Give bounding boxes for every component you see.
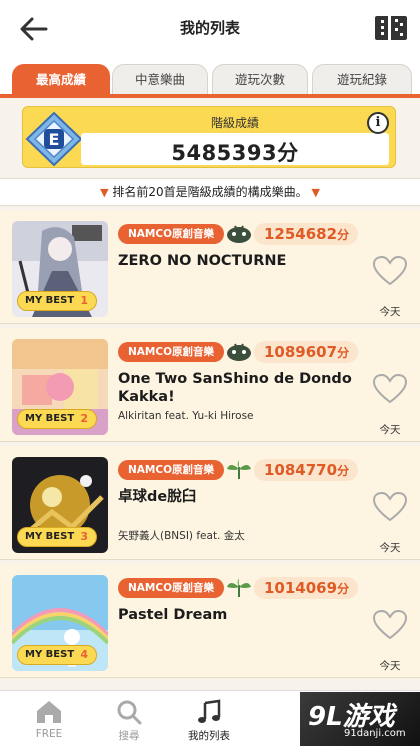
nav-my-list[interactable]: 我的列表 bbox=[168, 691, 250, 746]
rank-grade-letter: E bbox=[49, 130, 60, 149]
my-best-label: MY BEST bbox=[25, 413, 75, 424]
heart-icon[interactable] bbox=[372, 491, 408, 523]
watermark-url: 91danji.com bbox=[344, 728, 406, 739]
song-score: 1089607 bbox=[264, 343, 338, 361]
notice-text: 排名前20首是階級成績的構成樂曲。 bbox=[112, 185, 308, 199]
nav-my-list-label: 我的列表 bbox=[188, 730, 230, 742]
song-title: One Two SanShino de Dondo Kakka! bbox=[118, 371, 352, 405]
song-jacket-image: MY BEST 1 bbox=[12, 221, 108, 317]
score-pill: 1084770分 bbox=[254, 459, 358, 481]
song-title: Pastel Dream bbox=[118, 607, 228, 623]
play-date: 今天 bbox=[379, 542, 401, 554]
triangle-marker-icon: ▼ bbox=[100, 186, 109, 199]
category-badge: NAMCO原創音樂 bbox=[118, 224, 224, 244]
song-title: 卓球de脫臼 bbox=[118, 489, 197, 505]
score-unit: 分 bbox=[337, 464, 350, 478]
score-pill: 1089607分 bbox=[254, 341, 358, 363]
song-jacket-image: MY BEST 2 bbox=[12, 339, 108, 435]
category-badge: NAMCO原創音樂 bbox=[118, 460, 224, 480]
song-score: 1254682 bbox=[264, 225, 338, 243]
song-jacket-image: MY BEST 4 bbox=[12, 575, 108, 671]
my-best-label: MY BEST bbox=[25, 295, 75, 306]
oni-difficulty-icon bbox=[227, 343, 251, 361]
score-unit: 分 bbox=[337, 228, 350, 242]
tab-play-history[interactable]: 遊玩紀錄 bbox=[312, 64, 412, 94]
tab-bar: 最高成績 中意樂曲 遊玩次數 遊玩紀錄 bbox=[0, 58, 420, 98]
music-note-icon bbox=[198, 699, 221, 723]
category-badge: NAMCO原創音樂 bbox=[118, 342, 224, 362]
my-best-rank: 2 bbox=[80, 412, 88, 425]
rank-score-panel: E 階級成績 5485393分 i bbox=[22, 106, 396, 168]
leaf-difficulty-icon bbox=[227, 578, 251, 597]
triangle-marker-icon: ▼ bbox=[311, 186, 320, 199]
my-best-label: MY BEST bbox=[25, 649, 75, 660]
page-title: 我的列表 bbox=[179, 19, 240, 37]
nav-free[interactable]: FREE bbox=[8, 691, 90, 746]
nav-search[interactable]: 搜尋 bbox=[88, 691, 170, 746]
ranking-notice: ▼ 排名前20首是階級成績的構成樂曲。 ▼ bbox=[0, 178, 420, 206]
info-button[interactable]: i bbox=[367, 112, 389, 134]
heart-icon[interactable] bbox=[372, 609, 408, 641]
my-best-rank: 4 bbox=[80, 648, 88, 661]
tab-favorites[interactable]: 中意樂曲 bbox=[112, 64, 208, 94]
play-date: 今天 bbox=[379, 306, 401, 318]
tab-play-count[interactable]: 遊玩次數 bbox=[212, 64, 308, 94]
my-best-badge: MY BEST 1 bbox=[17, 291, 97, 311]
song-row[interactable]: MY BEST 2 NAMCO原創音樂 1089607分 One Two San… bbox=[0, 328, 420, 442]
heart-icon[interactable] bbox=[372, 255, 408, 287]
my-best-rank: 3 bbox=[80, 530, 88, 543]
list-menu-icon[interactable] bbox=[374, 14, 408, 42]
my-best-label: MY BEST bbox=[25, 531, 75, 542]
watermark: 9L游戏 91danji.com bbox=[300, 692, 420, 746]
nav-search-label: 搜尋 bbox=[118, 730, 140, 742]
play-date: 今天 bbox=[379, 424, 401, 436]
score-unit: 分 bbox=[337, 346, 350, 360]
rank-grade-emblem-icon: E bbox=[25, 111, 83, 167]
song-artist: 矢野義人(BNSI) feat. 金太 bbox=[118, 530, 245, 542]
song-score: 1014069 bbox=[264, 579, 338, 597]
song-score: 1084770 bbox=[264, 461, 338, 479]
song-row[interactable]: MY BEST 3 NAMCO原創音樂 1084770分 卓球de脫臼 矢野義人… bbox=[0, 446, 420, 560]
rank-score-label: 階級成績 bbox=[210, 116, 259, 130]
my-best-badge: MY BEST 3 bbox=[17, 527, 97, 547]
song-row[interactable]: MY BEST 4 NAMCO原創音樂 1014069分 Pastel Drea… bbox=[0, 564, 420, 678]
my-best-rank: 1 bbox=[80, 294, 88, 307]
heart-icon[interactable] bbox=[372, 373, 408, 405]
home-icon bbox=[37, 701, 61, 723]
score-pill: 1014069分 bbox=[254, 577, 358, 599]
song-title: ZERO NO NOCTURNE bbox=[118, 253, 287, 269]
score-pill: 1254682分 bbox=[254, 223, 358, 245]
rank-score-value: 5485393分 bbox=[171, 141, 299, 165]
my-best-badge: MY BEST 4 bbox=[17, 645, 97, 665]
nav-free-label: FREE bbox=[35, 728, 63, 740]
leaf-difficulty-icon bbox=[227, 460, 251, 479]
search-icon bbox=[117, 700, 142, 725]
tab-high-score[interactable]: 最高成績 bbox=[12, 64, 110, 94]
oni-difficulty-icon bbox=[227, 225, 251, 243]
category-badge: NAMCO原創音樂 bbox=[118, 578, 224, 598]
song-row[interactable]: MY BEST 1 NAMCO原創音樂 1254682分 ZERO NO NOC… bbox=[0, 210, 420, 324]
top-bar: 我的列表 bbox=[0, 0, 420, 58]
my-best-badge: MY BEST 2 bbox=[17, 409, 97, 429]
song-artist: Alkiritan feat. Yu-ki Hirose bbox=[118, 410, 254, 422]
score-unit: 分 bbox=[337, 582, 350, 596]
song-jacket-image: MY BEST 3 bbox=[12, 457, 108, 553]
play-date: 今天 bbox=[379, 660, 401, 672]
